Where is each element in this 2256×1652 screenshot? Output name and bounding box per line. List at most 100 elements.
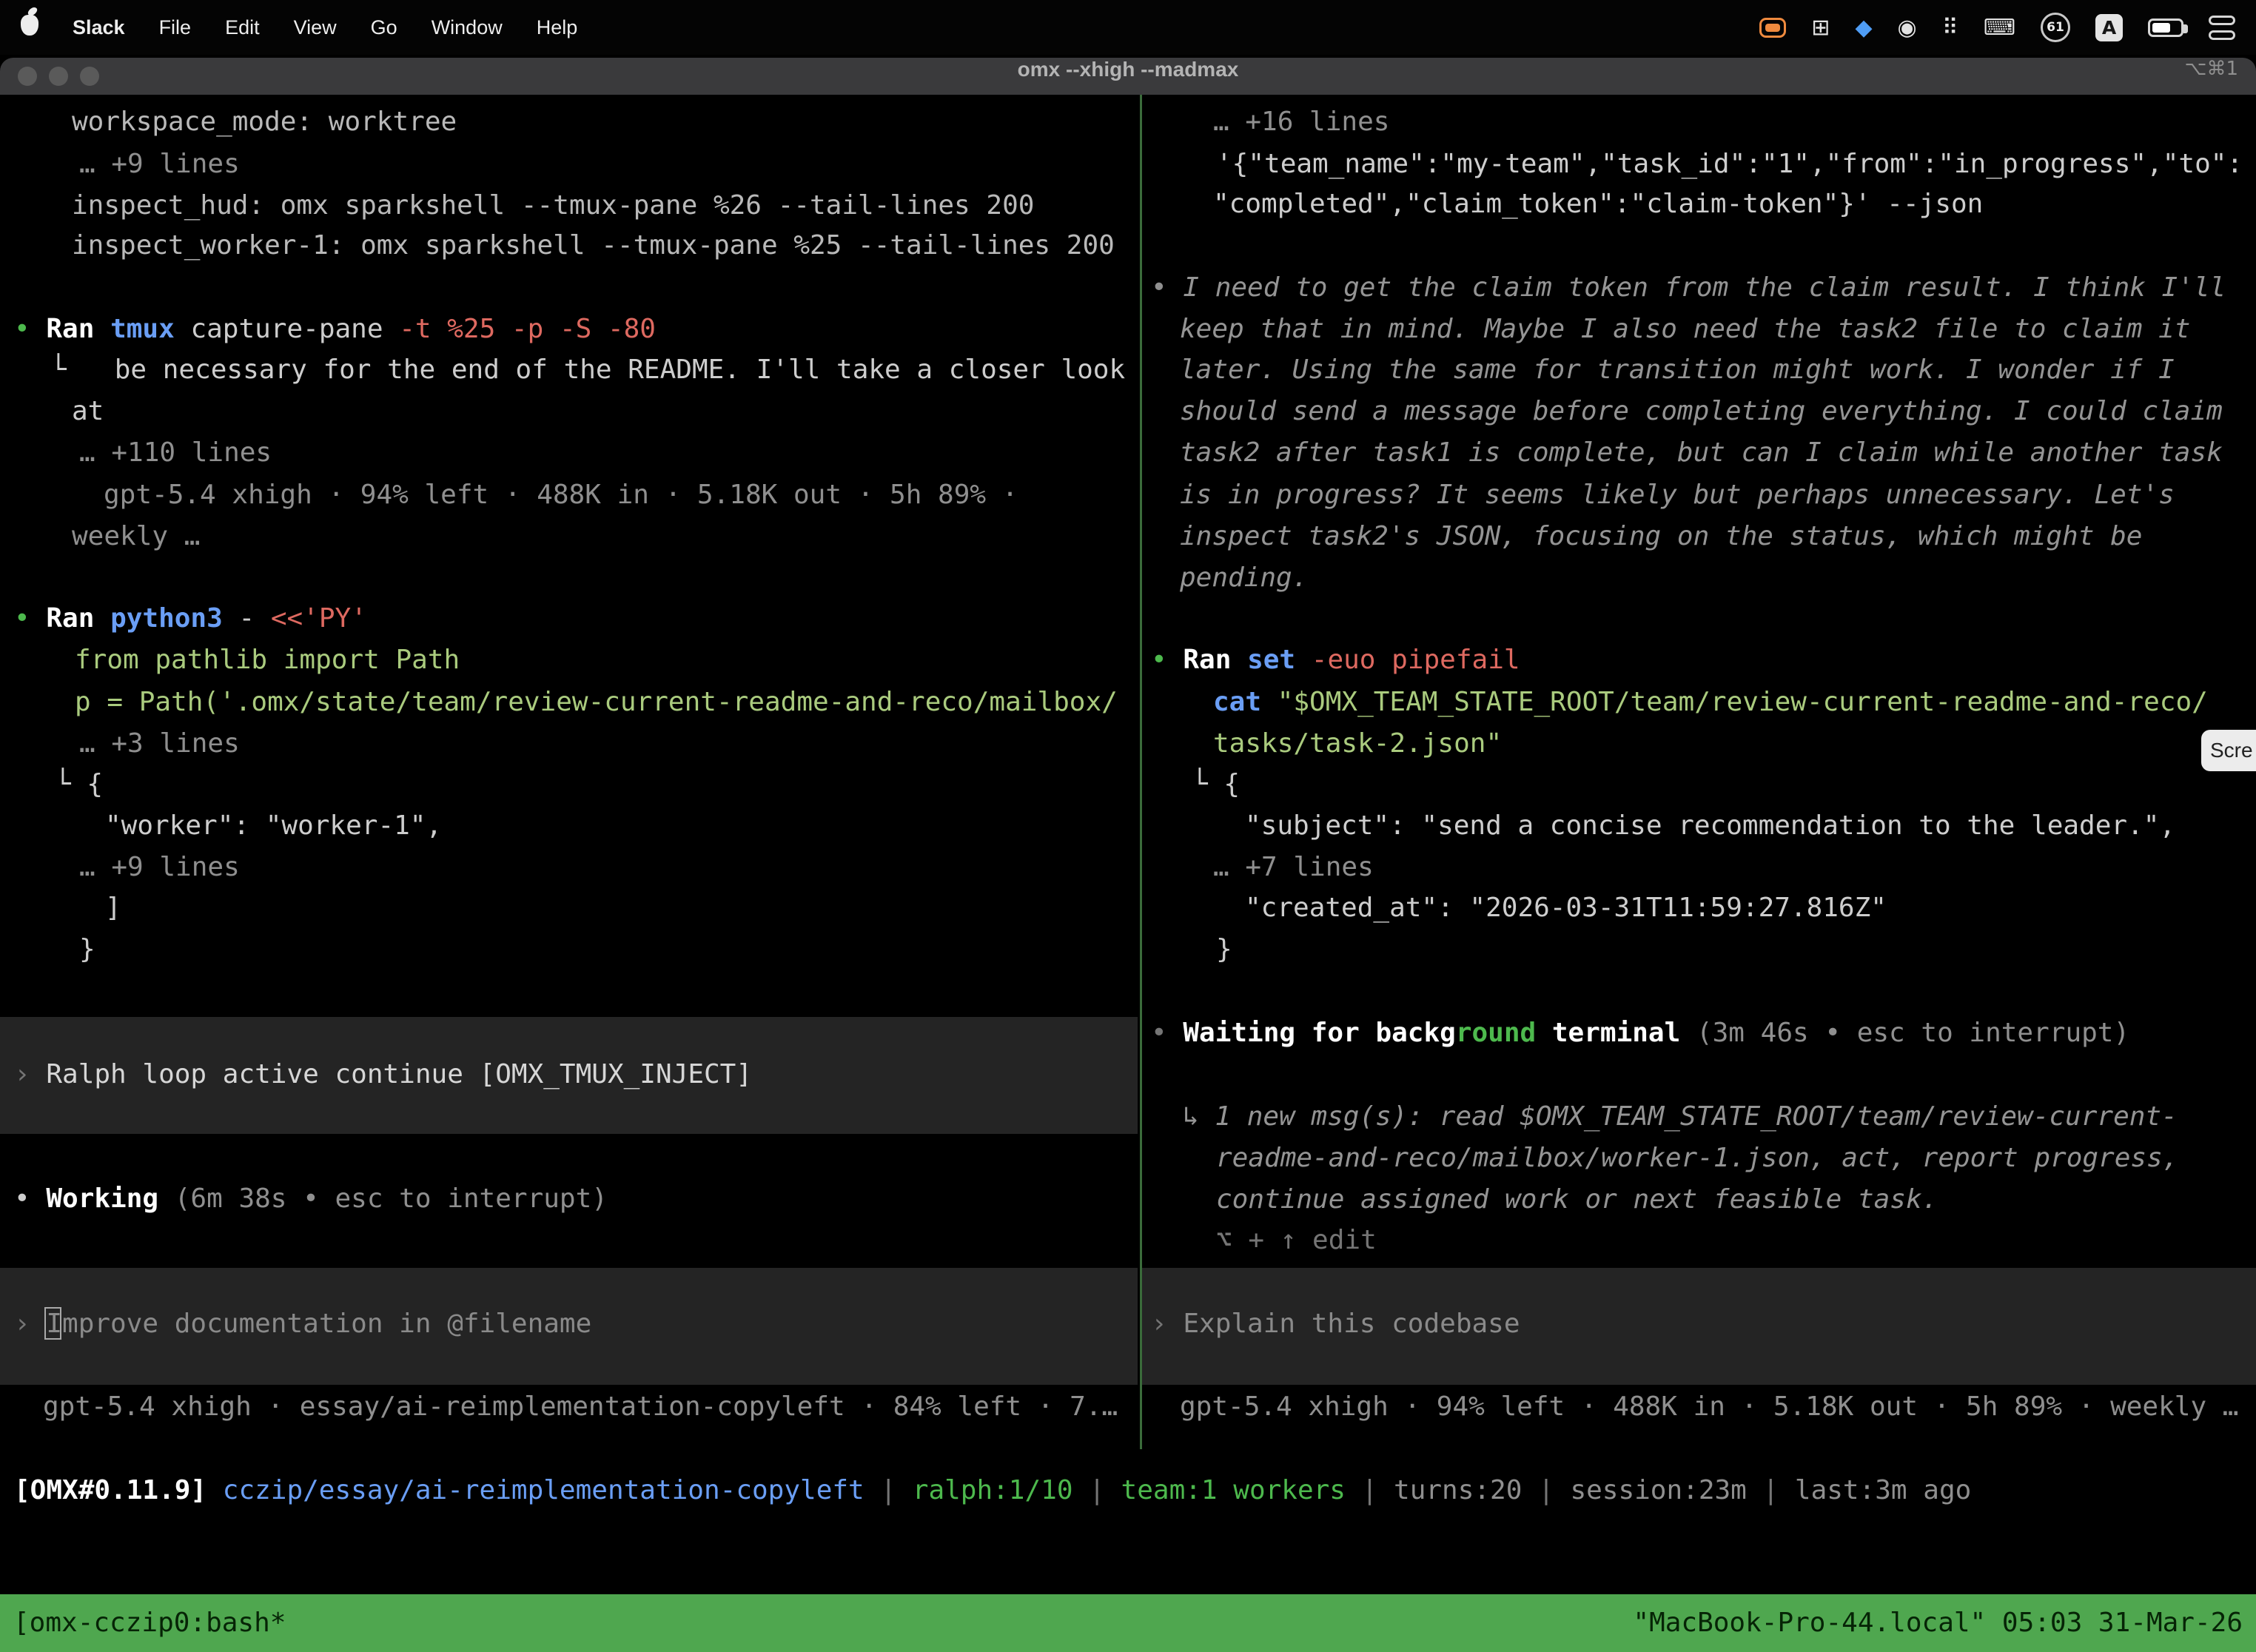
command-output-line: } <box>79 929 95 970</box>
command-output-line: └ { <box>55 764 103 805</box>
session-time: session:23m <box>1570 1475 1746 1505</box>
bullet-icon: • <box>14 1183 46 1214</box>
menu-bar-status-icons: ⊞ ◆ ◉ ⠿ ⌨ 61 A <box>1759 13 2235 42</box>
working-status-line: • Working (6m 38s • esc to interrupt) <box>14 1178 608 1220</box>
waiting-detail: (3m 46s • esc to interrupt) <box>1680 1018 2129 1048</box>
code-line: from pathlib import Path <box>75 639 460 681</box>
menu-view[interactable]: View <box>294 16 337 39</box>
zoom-button[interactable] <box>80 67 99 86</box>
turns-counter: turns:20 <box>1394 1475 1522 1505</box>
bullet-icon: • <box>1151 1018 1183 1048</box>
menu-go[interactable]: Go <box>371 16 397 39</box>
waiting-label: Waiting for backg <box>1183 1018 1455 1048</box>
config-line: inspect_hud: omx sparkshell --tmux-pane … <box>72 185 1034 226</box>
mailbox-message-line: continue assigned work or next feasible … <box>1216 1179 1938 1220</box>
thinking-line: task2 after task1 is complete, but can I… <box>1180 432 2223 474</box>
omx-version-tag: [OMX#0.11.9] <box>14 1475 207 1505</box>
dots-grid-icon[interactable]: ⠿ <box>1942 15 1958 41</box>
separator: | <box>1747 1475 1795 1505</box>
prompt-suggestion-line[interactable]: › Improve documentation in @filename <box>14 1303 591 1345</box>
screen: Slack File Edit View Go Window Help ⊞ ◆ … <box>0 0 2256 1652</box>
command-args: <<'PY' <box>271 603 367 634</box>
screen-sharing-popup[interactable]: Scre <box>2201 730 2256 771</box>
waiting-status-line: • Waiting for background terminal (3m 46… <box>1151 1013 2129 1054</box>
window-shortcut-badge: ⌥⌘1 <box>2184 58 2238 95</box>
keyboard-icon[interactable]: ⌨ <box>1984 15 2015 41</box>
tmux-status-bar: [omx-cczip0:bash* "MacBook-Pro-44.local"… <box>0 1594 2256 1652</box>
chevron-icon: › <box>1151 1309 1183 1339</box>
traffic-lights <box>18 67 99 86</box>
command-args: -t %25 -p -S -80 <box>399 314 656 344</box>
ran-label: Ran <box>46 314 110 344</box>
battery-percent-icon[interactable]: 61 <box>2041 13 2070 42</box>
mailbox-message-line: readme-and-reco/mailbox/worker-1.json, a… <box>1216 1138 2178 1179</box>
collapsed-lines-indicator: … +16 lines <box>1213 101 1389 143</box>
input-source-letter: A <box>2102 17 2116 38</box>
ran-command-line: • Ran python3 - <<'PY' <box>14 598 367 639</box>
minimize-button[interactable] <box>49 67 68 86</box>
command-output-line: at <box>72 391 104 432</box>
prompt-suggestion-line[interactable]: › Explain this codebase <box>1151 1303 1520 1345</box>
working-label: Working <box>46 1183 158 1214</box>
thinking-line: is in progress? It seems likely but perh… <box>1180 474 2175 516</box>
command-name: tmux <box>110 314 175 344</box>
thinking-line: should send a message before completing … <box>1180 391 2223 432</box>
config-line: inspect_worker-1: omx sparkshell --tmux-… <box>72 225 1115 266</box>
thinking-line: • I need to get the claim token from the… <box>1151 267 2226 309</box>
tmux-session-window[interactable]: [omx-cczip0:bash* <box>13 1594 286 1652</box>
battery-percent-value: 61 <box>2047 20 2064 35</box>
bullet-icon: • <box>14 603 46 634</box>
tmux-pane-divider[interactable] <box>1140 95 1142 1449</box>
collapsed-lines-indicator: … +7 lines <box>1213 847 1374 888</box>
omx-project-path: cczip/essay/ai-reimplementation-copyleft <box>207 1475 865 1505</box>
command-output-line: weekly … <box>72 516 200 557</box>
command-output-line: gpt-5.4 xhigh · 94% left · 488K in · 5.1… <box>104 474 1018 516</box>
command-output-line: └ be necessary for the end of the README… <box>50 349 1125 391</box>
command-output-line: } <box>1216 929 1232 970</box>
ran-label: Ran <box>1183 645 1247 675</box>
screen-recording-indicator-icon[interactable] <box>1759 18 1786 38</box>
separator: | <box>865 1475 913 1505</box>
command-output-line: "subject": "send a concise recommendatio… <box>1245 805 2175 847</box>
waiting-label-highlight: round <box>1456 1018 1536 1048</box>
command-sub: - <box>223 603 271 634</box>
pane-status-line: gpt-5.4 xhigh · 94% left · 488K in · 5.1… <box>1180 1386 2238 1428</box>
window-title: omx --xhigh --madmax <box>0 58 2256 95</box>
apple-logo-icon <box>21 15 38 36</box>
ran-command-line: • Ran tmux capture-pane -t %25 -p -S -80 <box>14 309 656 350</box>
separator: | <box>1073 1475 1121 1505</box>
menu-help[interactable]: Help <box>537 16 578 39</box>
menu-window[interactable]: Window <box>432 16 503 39</box>
menu-file[interactable]: File <box>159 16 192 39</box>
control-center-icon[interactable] <box>2209 16 2235 40</box>
bullet-icon: • <box>1151 645 1183 675</box>
thinking-line: later. Using the same for transition mig… <box>1180 349 2175 391</box>
edit-shortcut-hint: ⌥ + ↑ edit <box>1216 1220 1377 1261</box>
thinking-line: keep that in mind. Maybe I also need the… <box>1180 309 2190 350</box>
input-source-icon[interactable]: A <box>2095 14 2123 41</box>
code-line: cat "$OMX_TEAM_STATE_ROOT/team/review-cu… <box>1213 682 2208 723</box>
command-output-line: "worker": "worker-1", <box>105 805 442 847</box>
thinking-line: inspect task2's JSON, focusing on the st… <box>1180 516 2142 557</box>
close-button[interactable] <box>18 67 37 86</box>
app-status-round-icon[interactable]: ◉ <box>1898 15 1917 41</box>
inject-text: Ralph loop active continue [OMX_TMUX_INJ… <box>46 1059 752 1089</box>
thinking-text: I need to get the claim token from the c… <box>1183 272 2226 303</box>
text-cursor <box>44 1307 61 1340</box>
battery-icon[interactable] <box>2148 19 2183 37</box>
menu-app-name[interactable]: Slack <box>73 16 125 39</box>
code-line: p = Path('.omx/state/team/review-current… <box>75 682 1118 723</box>
omx-status-line: [OMX#0.11.9] cczip/essay/ai-reimplementa… <box>14 1470 1971 1511</box>
collapsed-lines-indicator: … +3 lines <box>79 723 240 765</box>
window-title-bar[interactable]: omx --xhigh --madmax ⌥⌘1 <box>0 58 2256 95</box>
separator: | <box>1522 1475 1570 1505</box>
command-name: set <box>1247 645 1295 675</box>
apple-menu[interactable] <box>21 15 38 41</box>
window-tiling-icon[interactable]: ⊞ <box>1811 15 1830 41</box>
command-output-line: ] <box>105 887 121 929</box>
bullet-icon: • <box>14 314 46 344</box>
menu-edit[interactable]: Edit <box>225 16 260 39</box>
app-status-blue-icon[interactable]: ◆ <box>1855 15 1872 41</box>
prompt-suggestion-text: Explain this codebase <box>1183 1309 1520 1339</box>
code-line: tasks/task-2.json" <box>1213 723 1502 765</box>
